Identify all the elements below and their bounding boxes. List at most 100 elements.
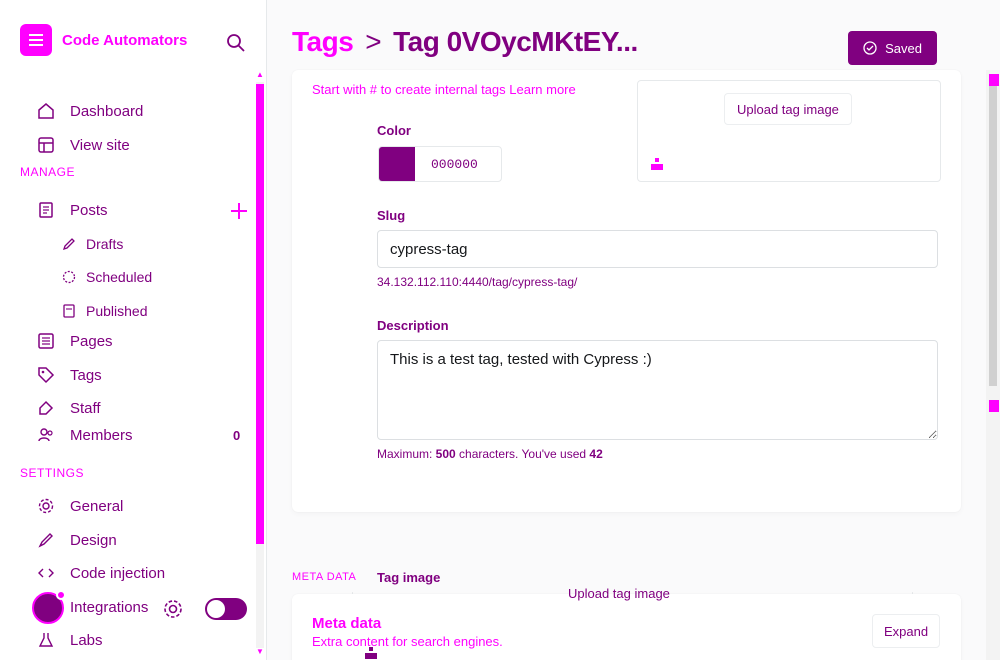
check-circle-icon [863, 41, 877, 55]
image-icon [650, 157, 664, 171]
sidebar-item-pages[interactable]: Pages [36, 330, 113, 352]
meta-data-title: Meta data [312, 615, 382, 632]
sidebar-item-label: Pages [70, 332, 113, 350]
slug-label: Slug [377, 208, 406, 223]
sidebar-scrollbar[interactable]: ▲ ▼ [254, 70, 266, 660]
sidebar-item-staff[interactable]: Staff [36, 397, 101, 419]
sidebar-footer [20, 590, 250, 626]
slug-input[interactable] [377, 230, 938, 268]
color-picker[interactable] [378, 146, 502, 182]
sidebar-item-design[interactable]: Design [36, 529, 117, 551]
count-prefix: Maximum: [377, 447, 436, 461]
settings-gear-icon[interactable] [162, 598, 184, 620]
sidebar-item-label: Labs [70, 631, 103, 649]
published-icon [62, 304, 76, 318]
avatar[interactable] [32, 590, 66, 624]
section-settings: SETTINGS [20, 466, 85, 480]
sidebar-item-label: Code injection [70, 564, 166, 582]
dark-mode-toggle[interactable] [205, 598, 247, 620]
home-icon [36, 101, 56, 121]
sidebar-item-label: Drafts [86, 236, 124, 252]
count-max: 500 [435, 447, 456, 461]
count-mid: characters. You've used [455, 447, 590, 461]
saved-button[interactable]: Saved [848, 31, 937, 65]
color-swatch[interactable] [379, 147, 415, 181]
brand[interactable]: Code Automators [20, 24, 187, 56]
upload-tag-image-button[interactable]: Upload tag image [724, 93, 852, 125]
color-label: Color [377, 123, 411, 138]
sidebar-item-posts[interactable]: Posts [36, 199, 108, 221]
notification-dot [56, 590, 66, 600]
main-scrollbar[interactable] [986, 70, 1000, 660]
scroll-marker [989, 400, 999, 412]
code-icon [36, 563, 56, 583]
image-icon [364, 646, 378, 660]
description-char-count: Maximum: 500 characters. You've used 42 [377, 447, 603, 461]
meta-data-section-label: META DATA [292, 571, 357, 583]
count-used: 42 [589, 447, 603, 461]
layout-icon [36, 135, 56, 155]
sidebar-item-members[interactable]: Members [36, 424, 133, 446]
clock-icon [62, 270, 76, 284]
brand-logo-icon [20, 24, 52, 56]
tag-image-dropzone[interactable]: Upload tag image [637, 80, 941, 182]
saved-label: Saved [885, 40, 922, 56]
gear-icon [36, 496, 56, 516]
sidebar-item-label: View site [70, 136, 130, 154]
users-icon [36, 425, 56, 445]
sidebar-item-label: Members [70, 426, 133, 444]
sidebar-item-label: Dashboard [70, 102, 144, 120]
upload-tag-image-link[interactable]: Upload tag image [568, 586, 670, 601]
scroll-thumb[interactable] [989, 86, 997, 386]
sidebar-item-drafts[interactable]: Drafts [62, 233, 123, 255]
staff-icon [36, 398, 56, 418]
pencil-icon [62, 237, 76, 251]
sidebar-item-label: General [70, 497, 124, 515]
sidebar-item-code-injection[interactable]: Code injection [36, 562, 165, 584]
tag-icon [36, 365, 56, 385]
brand-name: Code Automators [62, 31, 188, 49]
sidebar-item-label: Published [86, 303, 148, 319]
tag-settings-card: Start with # to create internal tags Lea… [292, 70, 961, 585]
breadcrumb-separator: > [365, 26, 382, 57]
sidebar-item-label: Posts [70, 201, 108, 219]
toggle-knob [207, 600, 225, 618]
sidebar-item-label: Scheduled [86, 269, 153, 285]
sidebar-item-label: Staff [70, 399, 101, 417]
brush-icon [36, 530, 56, 550]
sidebar-item-view-site[interactable]: View site [36, 134, 130, 156]
description-textarea[interactable]: This is a test tag, tested with Cypress … [377, 340, 938, 440]
main-content: Tags > Tag 0VOycMKtEY... Saved Start wit… [267, 0, 1000, 660]
new-post-plus-icon[interactable] [228, 200, 250, 222]
page-title: Tag 0VOycMKtEY... [393, 26, 638, 57]
sidebar-item-tags[interactable]: Tags [36, 364, 102, 386]
color-hex-input[interactable] [431, 156, 491, 172]
sidebar-item-dashboard[interactable]: Dashboard [36, 100, 143, 122]
pages-icon [36, 331, 56, 351]
sidebar-item-labs[interactable]: Labs [36, 629, 103, 651]
sidebar-item-published[interactable]: Published [62, 300, 148, 322]
meta-data-subtitle: Extra content for search engines. [312, 634, 503, 649]
section-manage: MANAGE [20, 165, 76, 179]
breadcrumb-tags-link[interactable]: Tags [292, 26, 354, 58]
sidebar: Code Automators Dashboard View site MANA… [0, 0, 267, 660]
topbar: Tags > Tag 0VOycMKtEY... Saved [267, 0, 1000, 80]
scroll-down-icon[interactable]: ▼ [256, 647, 264, 656]
meta-data-card: Meta data Extra content for search engin… [292, 594, 961, 660]
members-count: 0 [233, 428, 241, 443]
sidebar-item-label: Tags [70, 366, 102, 384]
sidebar-item-scheduled[interactable]: Scheduled [62, 266, 152, 288]
document-icon [36, 200, 56, 220]
tag-url-note: 34.132.112.110:4440/tag/cypress-tag/ [377, 275, 578, 289]
description-label: Description [377, 318, 449, 333]
scroll-up-icon[interactable]: ▲ [256, 70, 264, 79]
scroll-thumb[interactable] [256, 84, 264, 544]
breadcrumb: Tags > Tag 0VOycMKtEY... [292, 26, 638, 58]
tag-image-label: Tag image [377, 570, 441, 585]
search-icon[interactable] [226, 33, 248, 55]
sidebar-item-general[interactable]: General [36, 495, 123, 517]
internal-tags-hint: Start with # to create internal tags Lea… [312, 82, 576, 97]
scroll-up-icon[interactable] [989, 74, 999, 86]
expand-button[interactable]: Expand [872, 614, 940, 648]
flask-icon [36, 630, 56, 650]
